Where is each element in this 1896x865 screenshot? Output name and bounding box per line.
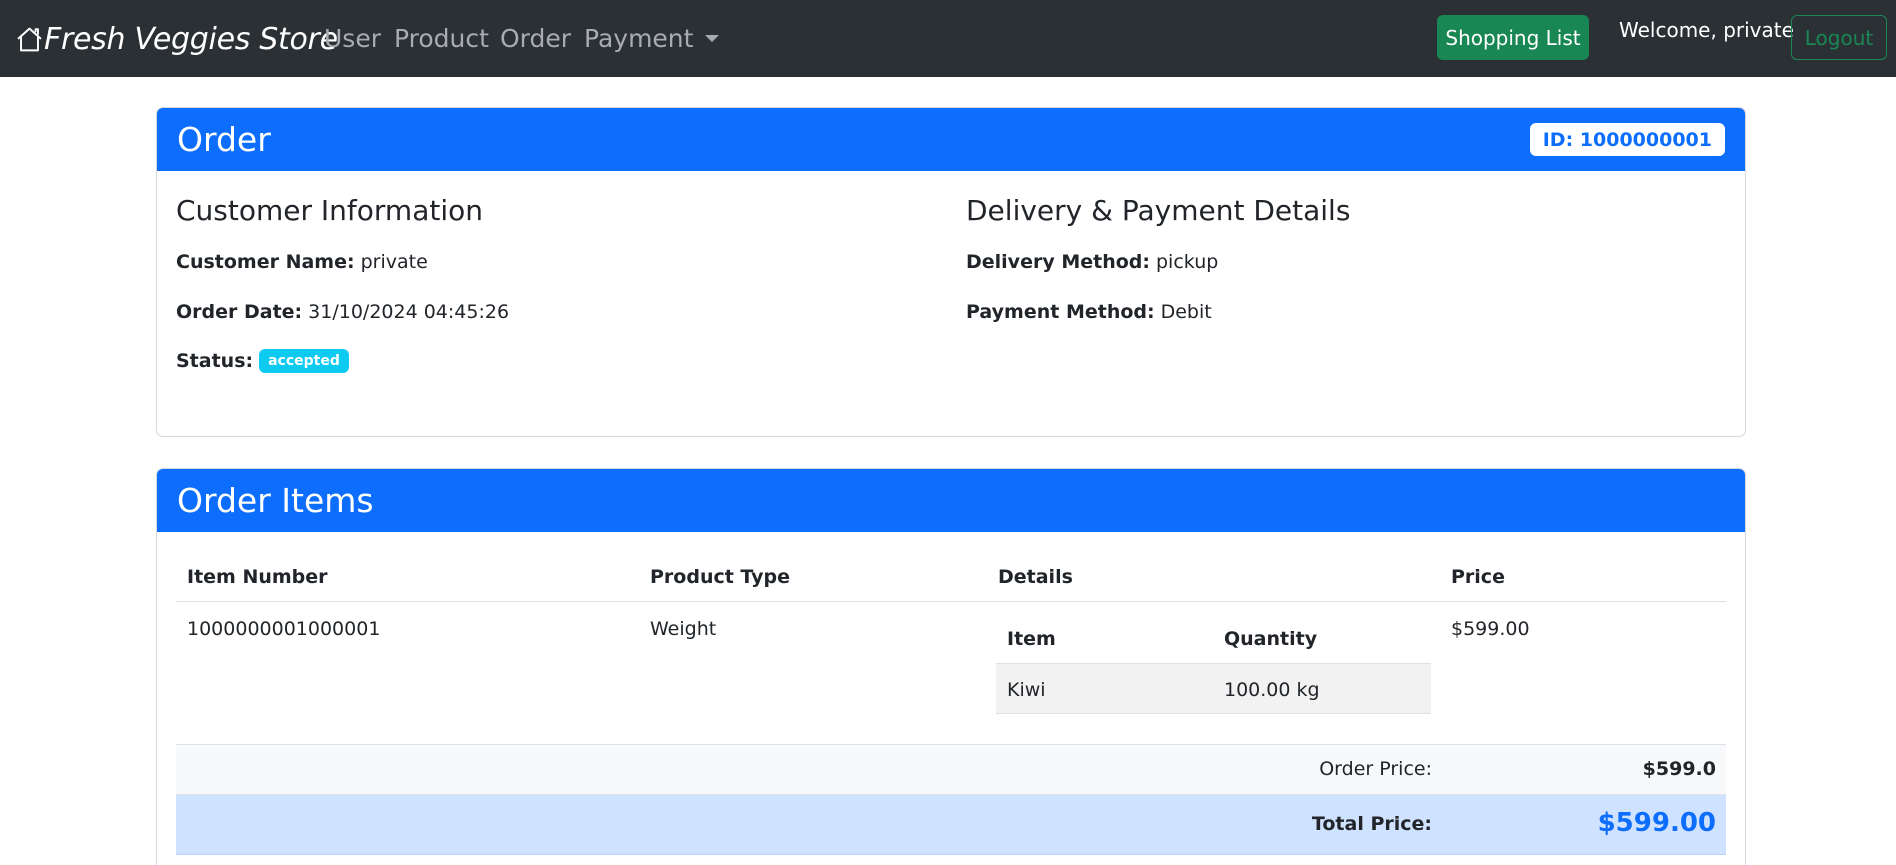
payment-method-label: Payment Method: (966, 301, 1155, 323)
nav-payment-dropdown[interactable]: Payment (584, 24, 720, 53)
customer-name-value: private (360, 251, 428, 273)
details-header-item: Item (1007, 628, 1056, 650)
table-header-divider (176, 601, 1726, 602)
total-price-row: Total Price: $599.00 (176, 795, 1726, 855)
price-cell: $599.00 (1451, 618, 1530, 640)
details-quantity-cell: 100.00 kg (1224, 679, 1320, 701)
item-number-cell: 1000000001000001 (187, 618, 381, 640)
top-navbar: Fresh Veggies Store User Product Order P… (0, 0, 1896, 77)
details-row (996, 663, 1431, 714)
order-items-title: Order Items (177, 481, 374, 520)
nav-user-link[interactable]: User (324, 24, 381, 53)
order-price-row: Order Price: $599.0 (176, 744, 1726, 795)
brand-link[interactable]: Fresh Veggies Store (15, 20, 338, 58)
logout-button[interactable]: Logout (1791, 15, 1887, 60)
nav-payment-label: Payment (584, 24, 694, 53)
customer-name-field: Customer Name: private (176, 251, 428, 273)
order-items-card-header: Order Items (157, 469, 1745, 532)
order-date-field: Order Date: 31/10/2024 04:45:26 (176, 301, 509, 323)
column-header-price: Price (1451, 566, 1505, 588)
order-price-label: Order Price: (1319, 758, 1432, 780)
details-header-quantity: Quantity (1224, 628, 1318, 650)
column-header-details: Details (998, 566, 1073, 588)
caret-down-icon (705, 35, 720, 42)
delivery-method-field: Delivery Method: pickup (966, 251, 1218, 273)
column-header-item-number: Item Number (187, 566, 328, 588)
details-item-cell: Kiwi (1007, 679, 1046, 701)
payment-method-field: Payment Method: Debit (966, 301, 1212, 323)
delivery-method-value: pickup (1155, 251, 1219, 273)
house-icon (17, 27, 42, 51)
status-badge: accepted (259, 349, 349, 373)
order-price-value: $599.0 (1642, 758, 1716, 780)
order-date-value: 31/10/2024 04:45:26 (308, 301, 510, 323)
order-card-header: Order ID: 1000000001 (157, 108, 1745, 171)
order-date-label: Order Date: (176, 301, 303, 323)
order-id-badge: ID: 1000000001 (1529, 123, 1725, 156)
column-header-product-type: Product Type (650, 566, 791, 588)
welcome-text: Welcome, private (1619, 18, 1794, 42)
status-label: Status: (176, 350, 254, 372)
total-price-label: Total Price: (1311, 813, 1432, 835)
product-type-cell: Weight (650, 618, 717, 640)
nav-product-link[interactable]: Product (394, 24, 489, 53)
order-title: Order (177, 120, 271, 159)
delivery-payment-title: Delivery & Payment Details (966, 194, 1351, 227)
status-field: Status: accepted (176, 349, 349, 373)
customer-name-label: Customer Name: (176, 251, 355, 273)
brand-name: Fresh Veggies Store (44, 21, 338, 57)
shopping-list-button[interactable]: Shopping List (1437, 15, 1589, 60)
customer-info-title: Customer Information (176, 194, 483, 227)
payment-method-value: Debit (1160, 301, 1212, 323)
delivery-method-label: Delivery Method: (966, 251, 1150, 273)
total-price-value: $599.00 (1597, 808, 1716, 838)
nav-order-link[interactable]: Order (500, 24, 571, 53)
